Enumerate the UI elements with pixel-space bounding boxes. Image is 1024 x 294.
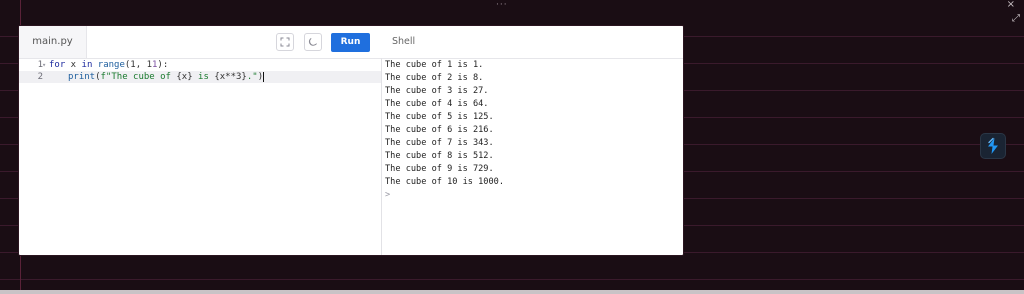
close-icon[interactable]: × — [1007, 0, 1015, 10]
window-menu-dots[interactable]: ··· — [496, 0, 508, 10]
pane-divider[interactable] — [381, 58, 382, 255]
shell-tab[interactable]: Shell — [392, 26, 415, 58]
fold-arrow-icon[interactable]: ▾ — [42, 59, 46, 71]
shell-output: The cube of 1 is 1. The cube of 2 is 8. … — [385, 59, 675, 255]
theme-toggle-button[interactable] — [304, 33, 322, 51]
floating-app-icon[interactable] — [981, 134, 1005, 158]
shell-output-line: The cube of 2 is 8. — [385, 73, 484, 83]
line-number: 2 — [37, 72, 43, 82]
expand-icon[interactable]: ⤢ — [1012, 14, 1020, 24]
code-text[interactable]: for x in range(1, 11): — [49, 59, 168, 71]
shell-output-line: The cube of 4 is 64. — [385, 99, 489, 109]
shell-output-line: The cube of 6 is 216. — [385, 125, 494, 135]
code-line-1[interactable]: 1 ▾ for x in range(1, 11): — [19, 59, 381, 71]
bottom-bar — [0, 290, 1024, 294]
code-line-2[interactable]: 2 print(f"The cube of {x} is {x**3}.") — [19, 71, 381, 83]
app-logo-icon — [988, 137, 998, 154]
shell-output-line: The cube of 8 is 512. — [385, 151, 494, 161]
shell-output-line: The cube of 1 is 1. — [385, 60, 484, 70]
fullscreen-button[interactable] — [276, 33, 294, 51]
code-text[interactable]: print(f"The cube of {x} is {x**3}.") — [68, 71, 265, 83]
shell-output-line: The cube of 5 is 125. — [385, 112, 494, 122]
shell-prompt[interactable]: > — [385, 189, 675, 202]
fullscreen-icon — [280, 37, 290, 47]
text-cursor — [263, 71, 265, 82]
shell-output-line: The cube of 9 is 729. — [385, 164, 494, 174]
moon-icon — [308, 38, 317, 46]
code-editor-card: main.py Run Shell 1 ▾ for x in range(1, … — [19, 26, 683, 255]
file-tab-main-py[interactable]: main.py — [19, 26, 87, 58]
shell-output-line: The cube of 3 is 27. — [385, 86, 489, 96]
editor-toolbar: main.py Run Shell — [19, 26, 683, 59]
code-editor[interactable]: 1 ▾ for x in range(1, 11): 2 print(f"The… — [19, 58, 381, 255]
line-number: 1 — [37, 60, 43, 70]
run-button[interactable]: Run — [331, 33, 370, 52]
shell-output-line: The cube of 7 is 343. — [385, 138, 494, 148]
shell-output-line: The cube of 10 is 1000. — [385, 177, 504, 187]
